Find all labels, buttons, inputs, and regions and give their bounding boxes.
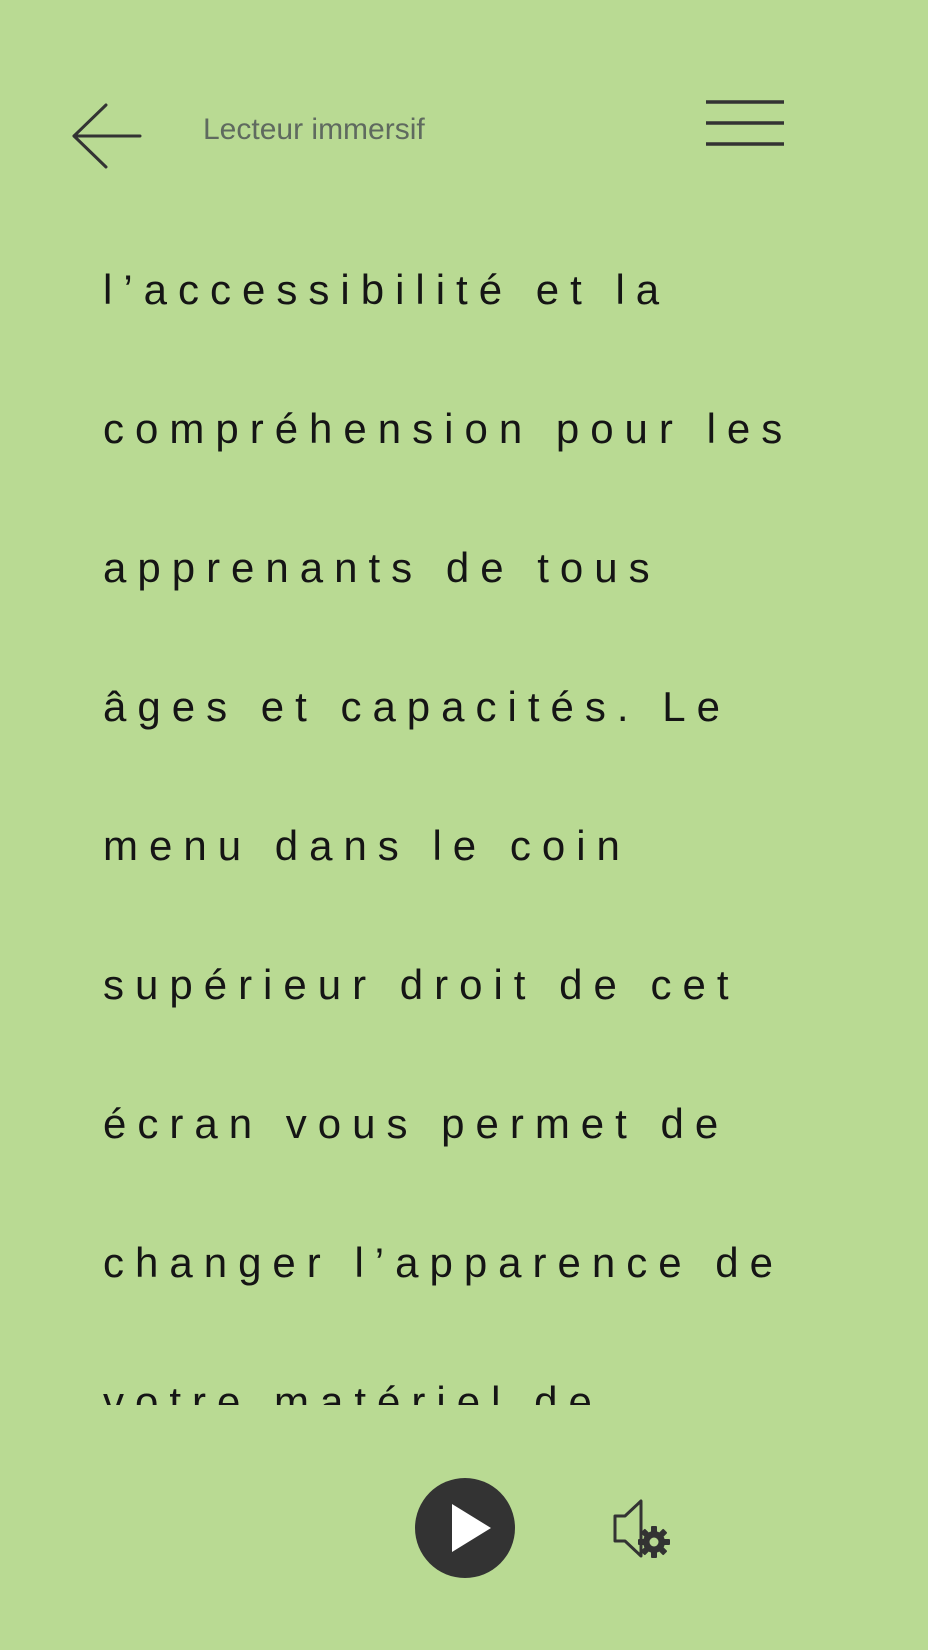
play-icon xyxy=(452,1504,491,1552)
back-button[interactable] xyxy=(62,98,146,174)
text-line: changer l’apparence de xyxy=(103,1239,784,1286)
text-line: votre matériel de xyxy=(103,1378,603,1405)
voice-settings-button[interactable] xyxy=(612,1496,674,1562)
text-line: âges et capacités. Le xyxy=(103,683,731,730)
speaker-gear-icon xyxy=(613,1499,670,1558)
text-line: l’accessibilité et la xyxy=(103,266,671,313)
menu-button[interactable] xyxy=(700,92,790,152)
text-line: supérieur droit de cet xyxy=(103,961,740,1008)
text-line: écran vous permet de xyxy=(103,1100,730,1147)
text-line: menu dans le coin xyxy=(103,822,631,869)
text-line: compréhension pour les xyxy=(103,405,794,452)
arrow-left-icon xyxy=(72,103,142,169)
app-title: Lecteur immersif xyxy=(203,113,425,146)
text-line: apprenants de tous xyxy=(103,544,661,591)
play-button[interactable] xyxy=(415,1478,515,1578)
player-controls xyxy=(0,1440,928,1620)
top-bar: Lecteur immersif xyxy=(0,0,928,200)
reading-text-area[interactable]: l’accessibilité et la compréhension pour… xyxy=(0,200,928,1405)
hamburger-menu-icon xyxy=(706,100,784,146)
